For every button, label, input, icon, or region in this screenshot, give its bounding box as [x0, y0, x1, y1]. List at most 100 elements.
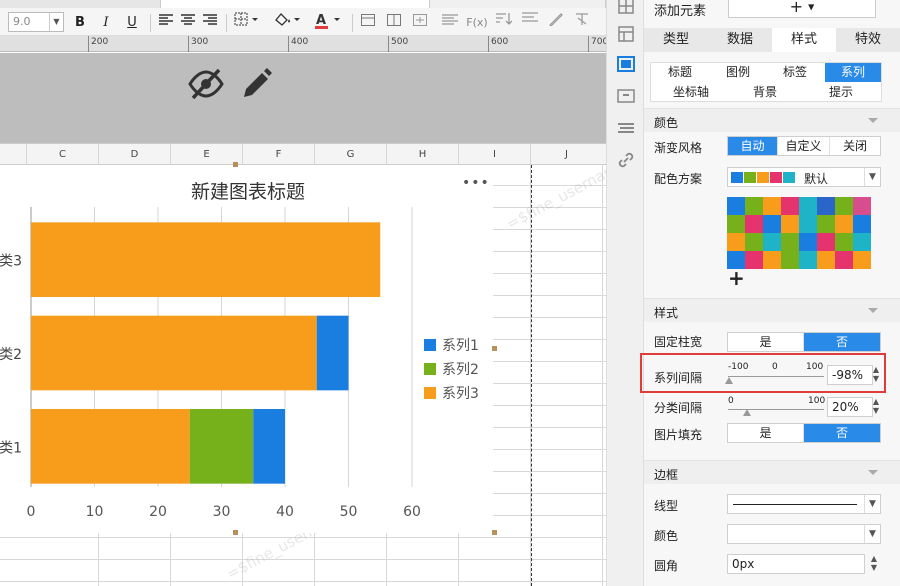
palette-color-cell[interactable] — [799, 215, 817, 233]
line-type-select[interactable]: ▼ — [727, 494, 881, 514]
fill-color-icon[interactable] — [270, 12, 304, 34]
tab-data[interactable]: 数据 — [708, 28, 772, 52]
palette-color-cell[interactable] — [745, 251, 763, 269]
cell-properties-icon[interactable] — [616, 0, 636, 16]
paragraph-icon[interactable] — [440, 12, 460, 34]
palette-color-cell[interactable] — [781, 233, 799, 251]
stepper-up-icon[interactable]: ▲ — [870, 555, 878, 563]
palette-color-cell[interactable] — [817, 233, 835, 251]
palette-color-cell[interactable] — [745, 215, 763, 233]
corner-radius-stepper[interactable]: ▲ ▼ — [868, 554, 880, 574]
palette-color-cell[interactable] — [835, 233, 853, 251]
column-header-i[interactable]: I — [458, 144, 530, 165]
subtab-title[interactable]: 标题 — [651, 63, 709, 82]
subtab-label[interactable]: 标签 — [767, 63, 823, 82]
palette-color-cell[interactable] — [817, 197, 835, 215]
condition-attributes-icon[interactable] — [616, 86, 636, 106]
column-header-f[interactable]: F — [242, 144, 314, 165]
resize-handle[interactable] — [492, 346, 497, 351]
sort-icon[interactable] — [494, 12, 514, 34]
palette-color-cell[interactable] — [853, 251, 871, 269]
align-right-icon[interactable] — [200, 12, 220, 34]
palette-color-cell[interactable] — [745, 233, 763, 251]
corner-radius-input[interactable]: 0px — [727, 554, 865, 574]
column-header-g[interactable]: G — [314, 144, 386, 165]
add-element-button[interactable]: + ▼ — [728, 0, 876, 18]
formula-icon[interactable]: F(x) — [466, 12, 488, 34]
palette-color-cell[interactable] — [817, 215, 835, 233]
border-color-select[interactable]: ▼ — [727, 524, 881, 544]
clear-format-icon[interactable] — [572, 12, 592, 34]
filter-icon[interactable] — [520, 12, 540, 34]
tab-style[interactable]: 样式 — [772, 28, 836, 52]
merge-cell-icon[interactable] — [384, 12, 404, 34]
palette-color-cell[interactable] — [853, 197, 871, 215]
palette-color-cell[interactable] — [727, 197, 745, 215]
resize-handle[interactable] — [492, 530, 497, 535]
font-size-select[interactable]: 9.0 ▼ — [8, 12, 64, 32]
bold-button[interactable]: B — [70, 12, 90, 34]
palette-color-cell[interactable] — [799, 251, 817, 269]
stepper-up-icon[interactable]: ▲ — [872, 398, 880, 406]
resize-handle[interactable] — [233, 162, 238, 167]
palette-color-cell[interactable] — [727, 215, 745, 233]
table-icon[interactable] — [358, 12, 378, 34]
hyperlink-icon[interactable] — [616, 150, 636, 170]
palette-color-cell[interactable] — [835, 215, 853, 233]
border-section-header[interactable]: 边框 — [644, 460, 900, 484]
palette-color-cell[interactable] — [853, 233, 871, 251]
layers-icon[interactable] — [616, 118, 636, 138]
font-color-icon[interactable]: A — [310, 12, 344, 34]
chart-container[interactable]: 新建图表标题 ••• 0 10 20 30 40 50 60 类1 类2 类3 系列1 系列2 系列3 — [0, 165, 493, 533]
palette-color-cell[interactable] — [745, 197, 763, 215]
palette-color-cell[interactable] — [799, 233, 817, 251]
border-icon[interactable] — [232, 12, 262, 34]
category-gap-input[interactable]: 20% — [827, 397, 873, 417]
column-header-e[interactable]: E — [170, 144, 242, 165]
slider-thumb[interactable] — [743, 409, 752, 416]
gradient-custom-option[interactable]: 自定义 — [778, 137, 830, 155]
brush-icon[interactable] — [546, 12, 566, 34]
palette-color-cell[interactable] — [835, 197, 853, 215]
palette-color-cell[interactable] — [853, 215, 871, 233]
image-fill-yes[interactable]: 是 — [728, 424, 804, 442]
color-scheme-select[interactable]: 默认 ▼ — [727, 167, 881, 187]
category-gap-stepper[interactable]: ▲ ▼ — [870, 397, 882, 417]
palette-color-cell[interactable] — [781, 215, 799, 233]
image-fill-no[interactable]: 否 — [804, 424, 880, 442]
widget-settings-icon[interactable] — [616, 24, 636, 44]
subtab-axis[interactable]: 坐标轴 — [651, 83, 731, 102]
tab-other-document[interactable] — [430, 0, 606, 8]
style-section-header[interactable]: 样式 — [644, 298, 900, 322]
subtab-background[interactable]: 背景 — [729, 83, 801, 102]
palette-color-cell[interactable] — [763, 233, 781, 251]
palette-color-cell[interactable] — [781, 251, 799, 269]
chart-properties-icon[interactable] — [616, 54, 636, 74]
stepper-down-icon[interactable]: ▼ — [872, 407, 880, 415]
stepper-down-icon[interactable]: ▼ — [870, 564, 878, 572]
fixed-width-yes[interactable]: 是 — [728, 333, 804, 351]
column-header-d[interactable]: D — [98, 144, 170, 165]
palette-color-cell[interactable] — [763, 215, 781, 233]
resize-handle[interactable] — [233, 530, 238, 535]
insert-cell-icon[interactable] — [410, 12, 430, 34]
palette-color-cell[interactable] — [781, 197, 799, 215]
subtab-tooltip[interactable]: 提示 — [801, 83, 881, 102]
palette-color-cell[interactable] — [763, 197, 781, 215]
subtab-series[interactable]: 系列 — [825, 63, 881, 82]
palette-color-cell[interactable] — [835, 251, 853, 269]
tab-effects[interactable]: 特效 — [836, 28, 900, 52]
align-left-icon[interactable] — [156, 12, 176, 34]
color-section-header[interactable]: 颜色 — [644, 108, 900, 132]
palette-color-cell[interactable] — [763, 251, 781, 269]
column-header-j[interactable]: J — [530, 144, 602, 165]
palette-color-cell[interactable] — [799, 197, 817, 215]
tab-current-document[interactable] — [160, 0, 430, 8]
category-gap-slider[interactable]: 0 100 — [728, 396, 825, 418]
column-header-h[interactable]: H — [386, 144, 458, 165]
palette-color-cell[interactable] — [817, 251, 835, 269]
column-header-c[interactable]: C — [26, 144, 98, 165]
hide-eye-icon[interactable] — [188, 67, 224, 101]
subtab-legend[interactable]: 图例 — [709, 63, 767, 82]
fixed-width-no[interactable]: 否 — [804, 333, 880, 351]
